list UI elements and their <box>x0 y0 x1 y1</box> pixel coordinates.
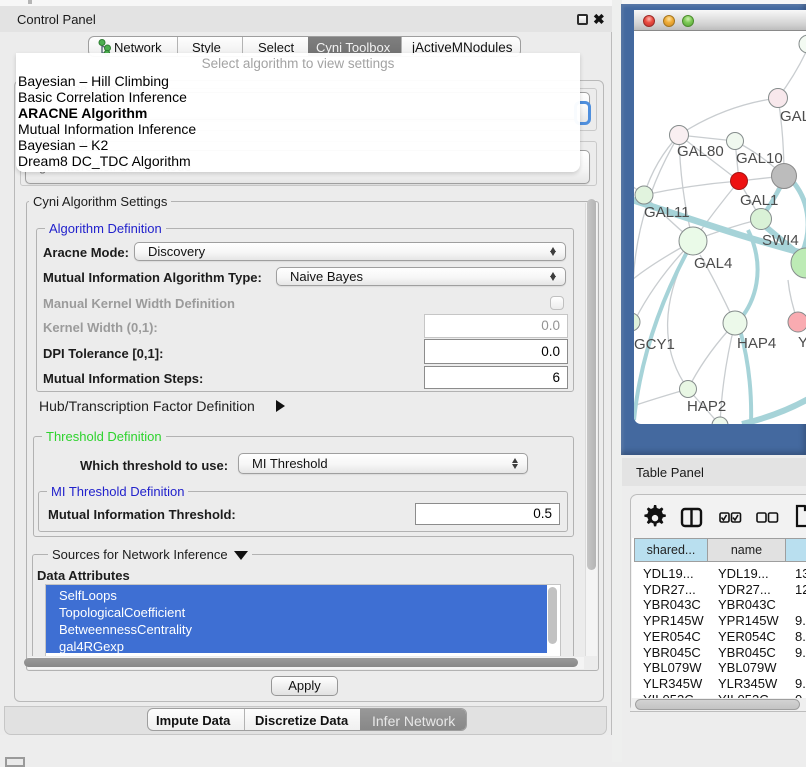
svg-text:SWI4: SWI4 <box>762 232 799 249</box>
svg-text:HAP4: HAP4 <box>737 335 776 352</box>
svg-text:HAP2: HAP2 <box>687 398 726 415</box>
svg-text:GAL7: GAL7 <box>780 108 806 125</box>
svg-text:GAL80: GAL80 <box>677 143 724 160</box>
svg-text:GAL10: GAL10 <box>736 150 783 167</box>
svg-text:GAL4: GAL4 <box>694 255 732 272</box>
svg-text:GAL1: GAL1 <box>740 192 778 209</box>
svg-text:GAL11: GAL11 <box>644 204 690 221</box>
svg-text:GCY1: GCY1 <box>634 336 675 353</box>
svg-text:Y: Y <box>798 334 806 351</box>
